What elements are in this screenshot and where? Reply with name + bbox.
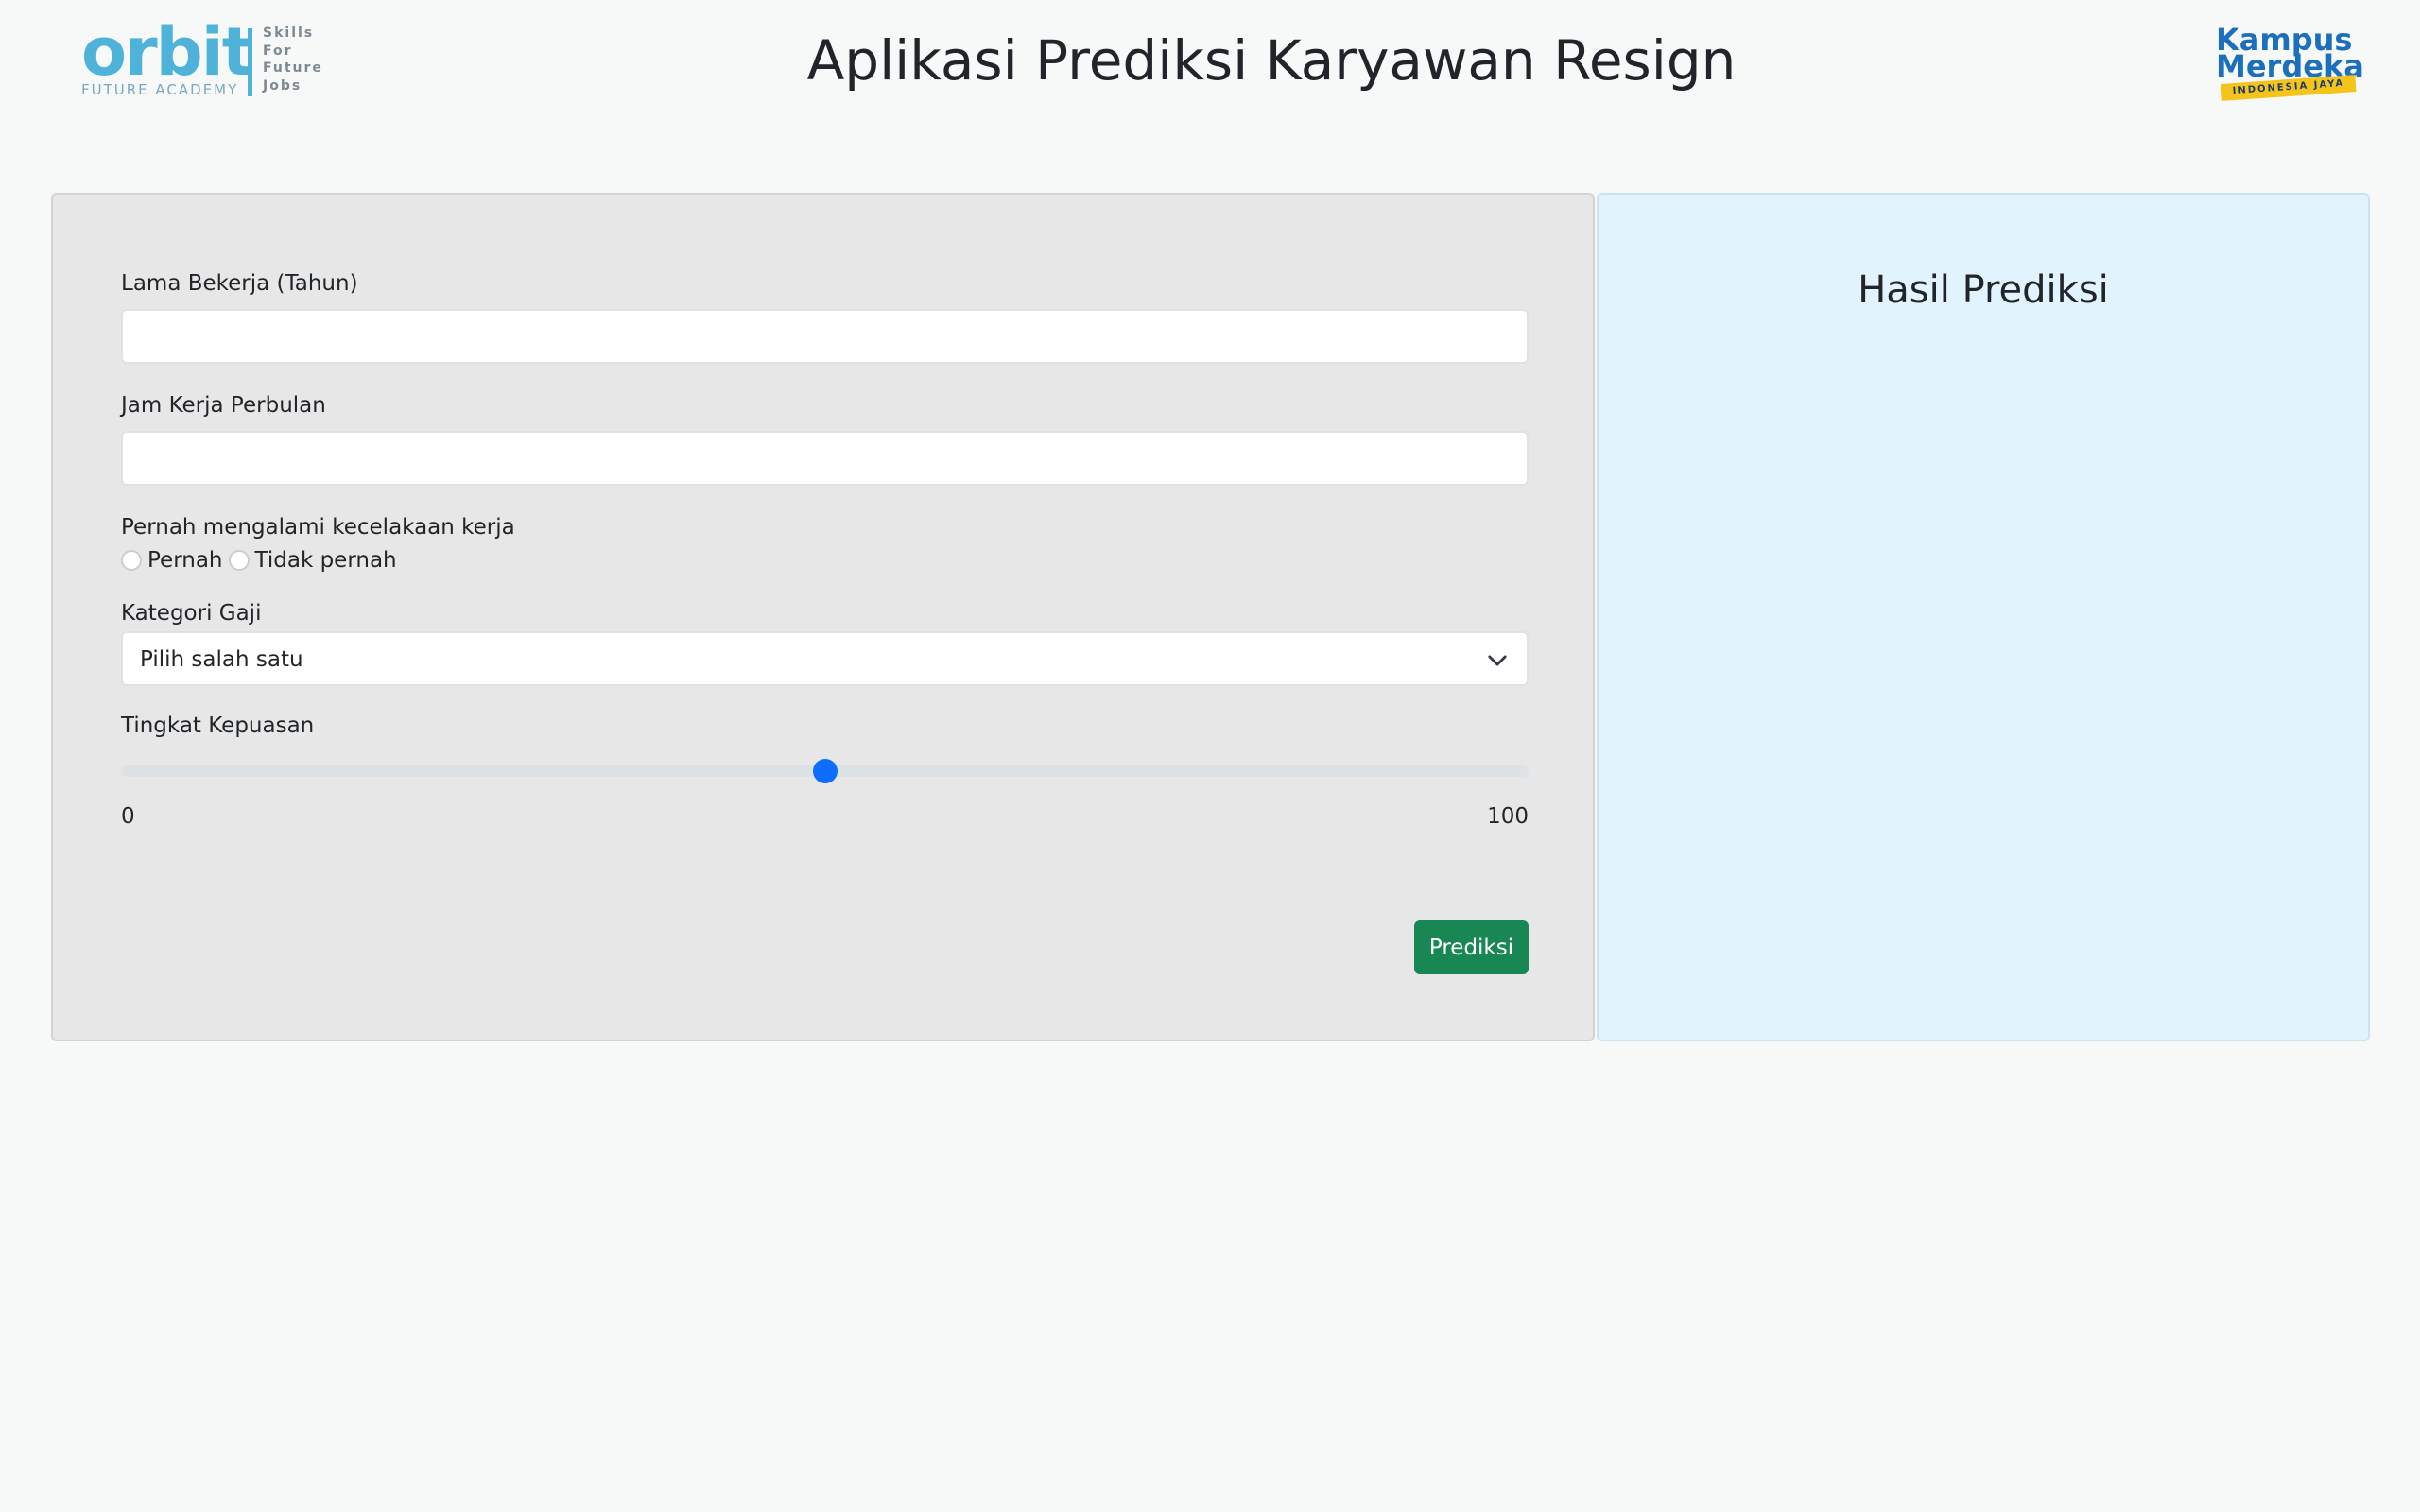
app-header: orbit FUTURE ACADEMY Skills For Future J… [0, 0, 2420, 132]
radio-tidak-pernah[interactable] [228, 550, 250, 571]
radio-pernah[interactable] [121, 550, 142, 571]
result-panel: Hasil Prediksi [1597, 193, 2370, 1041]
kategori-gaji-select[interactable]: Pilih salah satu [121, 631, 1529, 686]
kepuasan-min-label: 0 [121, 804, 135, 829]
jam-kerja-label: Jam Kerja Perbulan [121, 393, 326, 418]
radio-pernah-label[interactable]: Pernah [147, 545, 223, 576]
radio-tidak-pernah-label[interactable]: Tidak pernah [255, 545, 397, 576]
chevron-down-icon [1488, 655, 1507, 666]
kampus-merdeka-logo: Kampus Merdeka INDONESIA JAYA [2216, 25, 2364, 101]
page-title: Aplikasi Prediksi Karyawan Resign [806, 28, 1737, 93]
kecelakaan-label: Pernah mengalami kecelakaan kerja [121, 515, 515, 540]
jam-kerja-input[interactable] [121, 431, 1529, 486]
kecelakaan-radio-group: Pernah Tidak pernah [121, 544, 403, 576]
kepuasan-max-label: 100 [1487, 804, 1529, 829]
kepuasan-label: Tingkat Kepuasan [121, 713, 315, 738]
kategori-gaji-selected-value: Pilih salah satu [140, 647, 303, 672]
kategori-gaji-label: Kategori Gaji [121, 601, 262, 626]
result-title: Hasil Prediksi [1858, 268, 2109, 312]
prediksi-button[interactable]: Prediksi [1414, 920, 1529, 974]
kepuasan-slider-thumb[interactable] [812, 759, 838, 783]
lama-bekerja-label: Lama Bekerja (Tahun) [121, 271, 358, 296]
prediction-form-panel: Lama Bekerja (Tahun) Jam Kerja Perbulan … [51, 193, 1595, 1041]
kepuasan-slider[interactable] [121, 759, 1529, 783]
lama-bekerja-input[interactable] [121, 309, 1529, 364]
